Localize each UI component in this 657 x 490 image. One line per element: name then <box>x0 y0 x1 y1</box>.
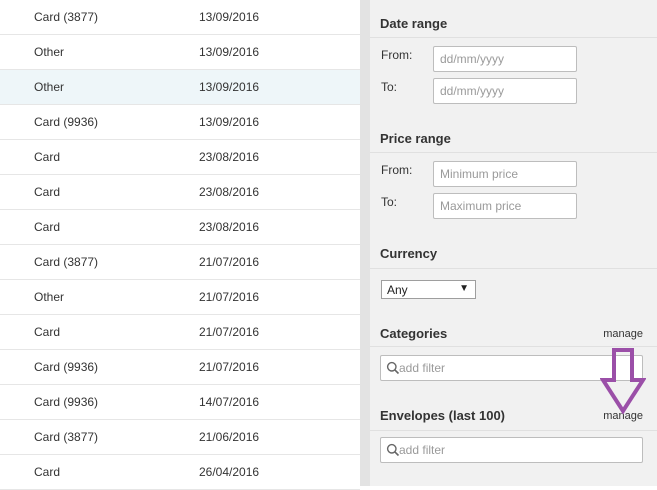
section-divider <box>370 37 657 38</box>
payment-method: Card <box>34 150 61 164</box>
date-from-label: From: <box>381 48 413 62</box>
table-row[interactable]: Card 23/08/2016 <box>0 140 360 175</box>
envelopes-filter-input[interactable] <box>399 438 629 462</box>
payment-method: Other <box>34 45 65 59</box>
transaction-date: 21/07/2016 <box>199 290 260 304</box>
payment-method: Card (9936) <box>34 360 99 374</box>
table-row[interactable]: Card (3877) 13/09/2016 <box>0 0 360 35</box>
price-to-label: To: <box>381 195 398 209</box>
categories-manage-link[interactable]: manage <box>603 328 643 340</box>
section-divider <box>370 346 657 347</box>
table-row[interactable]: Other 13/09/2016 <box>0 35 360 70</box>
payment-method: Card (3877) <box>34 255 99 269</box>
transaction-date: 21/07/2016 <box>199 255 260 269</box>
envelopes-filter-search[interactable] <box>380 437 643 463</box>
table-row[interactable]: Card 21/07/2016 <box>0 315 360 350</box>
transaction-date: 13/09/2016 <box>199 10 260 24</box>
transaction-date: 21/07/2016 <box>199 360 260 374</box>
dropdown-caret-icon: ▼ <box>459 283 469 294</box>
search-icon <box>386 443 400 457</box>
payment-method: Card (9936) <box>34 395 99 409</box>
date-range-title: Date range <box>380 16 448 31</box>
table-row[interactable]: Card 26/04/2016 <box>0 455 360 490</box>
table-row[interactable]: Card (9936) 21/07/2016 <box>0 350 360 385</box>
price-from-label: From: <box>381 163 413 177</box>
table-row[interactable]: Other 13/09/2016 <box>0 70 360 105</box>
table-row[interactable]: Card (3877) 21/06/2016 <box>0 420 360 455</box>
payment-method: Other <box>34 290 65 304</box>
transaction-date: 14/07/2016 <box>199 395 260 409</box>
payment-method: Card <box>34 220 61 234</box>
payment-method: Card (3877) <box>34 10 99 24</box>
payment-method: Card <box>34 465 61 479</box>
price-max-input[interactable] <box>433 193 577 219</box>
price-min-input[interactable] <box>433 161 577 187</box>
date-from-input[interactable] <box>433 46 577 72</box>
payment-method: Card (9936) <box>34 115 99 129</box>
currency-selected-value: Any <box>387 283 408 297</box>
down-arrow-annotation <box>600 348 646 414</box>
transaction-date: 13/09/2016 <box>199 80 260 94</box>
table-row[interactable]: Card 23/08/2016 <box>0 210 360 245</box>
transaction-date: 21/06/2016 <box>199 430 260 444</box>
currency-select[interactable]: Any ▼ <box>381 280 476 299</box>
table-row[interactable]: Card (9936) 13/09/2016 <box>0 105 360 140</box>
section-divider <box>370 152 657 153</box>
transaction-date: 26/04/2016 <box>199 465 260 479</box>
currency-title: Currency <box>380 246 438 261</box>
date-to-label: To: <box>381 80 398 94</box>
transaction-date: 21/07/2016 <box>199 325 260 339</box>
transaction-date: 13/09/2016 <box>199 115 260 129</box>
envelopes-title: Envelopes (last 100) <box>380 408 505 423</box>
date-to-input[interactable] <box>433 78 577 104</box>
table-row[interactable]: Other 21/07/2016 <box>0 280 360 315</box>
categories-title: Categories <box>380 326 448 341</box>
section-divider <box>370 268 657 269</box>
search-icon <box>386 361 400 375</box>
price-range-title: Price range <box>380 131 451 146</box>
panel-divider <box>360 0 370 486</box>
payment-method: Card (3877) <box>34 430 99 444</box>
transaction-date: 23/08/2016 <box>199 185 260 199</box>
payment-method: Other <box>34 80 65 94</box>
transactions-table: Card (3877) 13/09/2016 Other 13/09/2016 Othe… <box>0 0 360 490</box>
section-divider <box>370 430 657 431</box>
transaction-date: 23/08/2016 <box>199 150 260 164</box>
table-row[interactable]: Card (3877) 21/07/2016 <box>0 245 360 280</box>
payment-method: Card <box>34 325 61 339</box>
table-row[interactable]: Card 23/08/2016 <box>0 175 360 210</box>
transaction-date: 23/08/2016 <box>199 220 260 234</box>
transaction-date: 13/09/2016 <box>199 45 260 59</box>
categories-filter-input[interactable] <box>399 356 629 380</box>
payment-method: Card <box>34 185 61 199</box>
table-row[interactable]: Card (9936) 14/07/2016 <box>0 385 360 420</box>
